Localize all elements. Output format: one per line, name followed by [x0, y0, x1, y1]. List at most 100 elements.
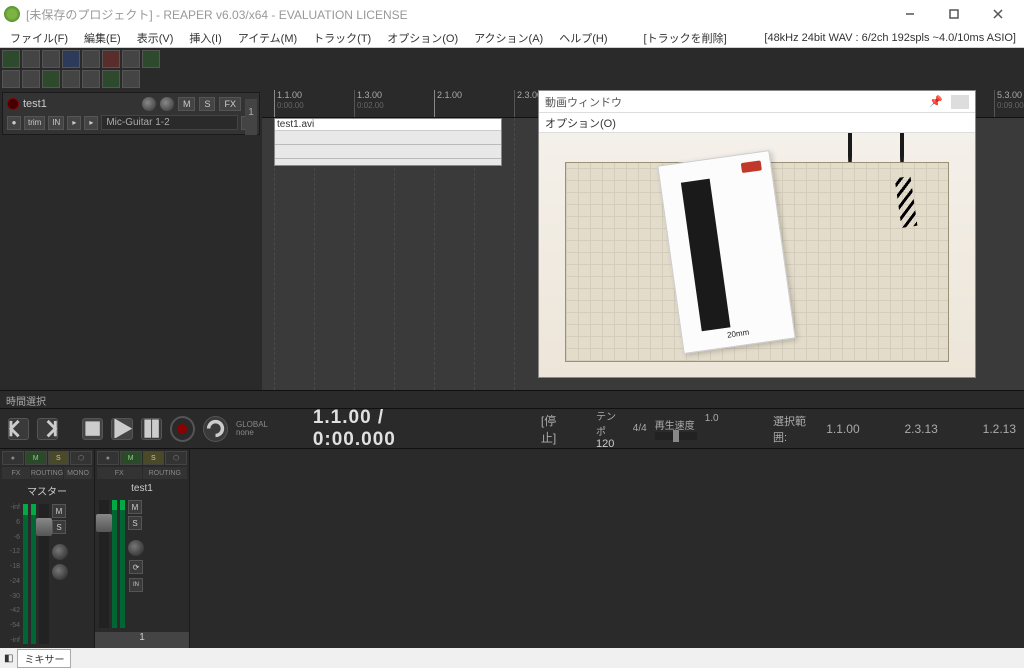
- fx-button[interactable]: FX: [219, 97, 241, 111]
- mixer-tab[interactable]: ミキサー: [17, 649, 71, 668]
- track-1[interactable]: test1 M S FX ● trim IN ▸ ▸ Mic-Guitar 1-…: [2, 92, 260, 135]
- toolbar-btn-5[interactable]: [82, 50, 100, 68]
- menu-item[interactable]: アイテム(M): [230, 28, 305, 48]
- trim-button[interactable]: trim: [24, 116, 45, 130]
- menu-edit[interactable]: 編集(E): [76, 28, 129, 48]
- goto-start-button[interactable]: [8, 418, 29, 440]
- video-options-menu[interactable]: オプション(O): [539, 113, 975, 133]
- play-button[interactable]: [111, 418, 132, 440]
- ch1-pan-knob[interactable]: [128, 540, 144, 556]
- selection-start[interactable]: 1.1.00: [826, 422, 859, 436]
- master-solo[interactable]: S: [48, 451, 70, 465]
- maximize-button[interactable]: [932, 0, 976, 28]
- menu-delete-track[interactable]: [トラックを削除]: [636, 28, 735, 48]
- toolbar-btn-10[interactable]: [22, 70, 40, 88]
- track-number[interactable]: 1: [245, 99, 257, 135]
- tempo-field[interactable]: テンポ 120: [596, 408, 625, 450]
- pin-icon[interactable]: 📌: [929, 95, 943, 108]
- ch1-fader[interactable]: [99, 500, 109, 628]
- ch1-s-btn[interactable]: S: [128, 516, 142, 530]
- master-s-btn[interactable]: S: [52, 520, 66, 534]
- transport-state: [停止]: [541, 412, 570, 446]
- record-arm-button[interactable]: [7, 98, 19, 110]
- ch1-in-button[interactable]: IN: [129, 578, 143, 592]
- ch1-phase-button[interactable]: ⟳: [129, 560, 143, 574]
- ch1-solo[interactable]: S: [143, 451, 165, 465]
- menu-help[interactable]: ヘルプ(H): [551, 28, 615, 48]
- menu-options[interactable]: オプション(O): [379, 28, 466, 48]
- master-meter-l: [23, 504, 28, 644]
- timesig-field[interactable]: 4/4: [633, 423, 647, 434]
- goto-end-button[interactable]: [37, 418, 58, 440]
- menu-track[interactable]: トラック(T): [305, 28, 379, 48]
- arrange-view[interactable]: 1.1.000:00.00 1.3.000:02.00 2.1.00 2.3.0…: [262, 90, 1024, 390]
- master-arm-icon[interactable]: ●: [2, 451, 24, 465]
- mute-button[interactable]: M: [178, 97, 196, 111]
- video-close-button[interactable]: [951, 95, 969, 109]
- volume-knob[interactable]: [142, 97, 156, 111]
- toolbar-btn-8[interactable]: [142, 50, 160, 68]
- track-name[interactable]: test1: [23, 98, 138, 110]
- rate-slider[interactable]: [655, 432, 697, 440]
- transport-time[interactable]: 1.1.00 / 0:00.000: [313, 407, 467, 451]
- toolbar-btn-12[interactable]: [62, 70, 80, 88]
- toolbar-btn-4[interactable]: [62, 50, 80, 68]
- toolbar-btn-11[interactable]: [42, 70, 60, 88]
- ch1-routing-btn[interactable]: ROUTING: [143, 467, 188, 479]
- master-env-icon[interactable]: ⬡: [70, 451, 92, 465]
- rate-value[interactable]: 1.0: [705, 413, 719, 424]
- selection-end[interactable]: 2.3.13: [904, 422, 937, 436]
- toolbar-btn-1[interactable]: [2, 50, 20, 68]
- global-auto-value[interactable]: none: [236, 429, 268, 437]
- input-selector[interactable]: Mic-Guitar 1-2: [101, 115, 238, 130]
- repeat-button[interactable]: [203, 416, 228, 442]
- master-channel[interactable]: ● M S ⬡ FX ROUTING MONO マスター -inf6-6-12-…: [0, 449, 95, 648]
- ch1-fx-btn[interactable]: FX: [97, 467, 142, 479]
- master-fx-btn[interactable]: FX: [2, 467, 30, 479]
- ch1-m-btn[interactable]: M: [128, 500, 142, 514]
- pan-knob[interactable]: [160, 97, 174, 111]
- toolbar-btn-2[interactable]: [22, 50, 40, 68]
- stop-button[interactable]: [82, 418, 103, 440]
- menu-file[interactable]: ファイル(F): [2, 28, 76, 48]
- mixer-channel-1[interactable]: ● M S ⬡ FX ROUTING test1 M S ⟳ IN 1: [95, 449, 190, 648]
- media-item-test1[interactable]: test1.avi: [274, 118, 502, 166]
- ch1-number[interactable]: 1: [95, 632, 189, 648]
- toolbar-btn-14[interactable]: [102, 70, 120, 88]
- master-routing-btn[interactable]: ROUTING: [31, 467, 63, 479]
- selection-length[interactable]: 1.2.13: [983, 422, 1016, 436]
- close-button[interactable]: [976, 0, 1020, 28]
- toolbar-btn-6[interactable]: [102, 50, 120, 68]
- master-m-btn[interactable]: M: [52, 504, 66, 518]
- master-width-knob[interactable]: [52, 564, 68, 580]
- minimize-button[interactable]: [888, 0, 932, 28]
- pause-button[interactable]: [141, 418, 162, 440]
- monitor-button[interactable]: IN: [48, 116, 64, 130]
- toolbar-btn-7[interactable]: [122, 50, 140, 68]
- toolbar-btn-9[interactable]: [2, 70, 20, 88]
- ch1-name: test1: [95, 481, 189, 496]
- ch1-mute[interactable]: M: [120, 451, 142, 465]
- input-fx-button[interactable]: ▸: [84, 116, 98, 130]
- record-mode-button[interactable]: ●: [7, 116, 21, 130]
- master-fader[interactable]: [39, 504, 49, 644]
- master-mute[interactable]: M: [25, 451, 47, 465]
- menu-view[interactable]: 表示(V): [129, 28, 182, 48]
- menu-insert[interactable]: 挿入(I): [181, 28, 229, 48]
- ch1-arm-icon[interactable]: ●: [97, 451, 119, 465]
- dock-toggle-icon[interactable]: ◧: [4, 653, 13, 664]
- brand-tag-graphic: [741, 160, 762, 173]
- toolbar-btn-13[interactable]: [82, 70, 100, 88]
- menu-action[interactable]: アクション(A): [466, 28, 551, 48]
- ch1-env-icon[interactable]: ⬡: [165, 451, 187, 465]
- solo-button[interactable]: S: [199, 97, 215, 111]
- master-pan-knob[interactable]: [52, 544, 68, 560]
- master-mono-btn[interactable]: MONO: [64, 467, 92, 479]
- toolbar-btn-3[interactable]: [42, 50, 60, 68]
- monitor-mode-button[interactable]: ▸: [67, 116, 81, 130]
- record-button[interactable]: [170, 416, 195, 442]
- video-window[interactable]: 動画ウィンドウ 📌 オプション(O) 20mm: [538, 90, 976, 378]
- toolbar-lock-icon[interactable]: [122, 70, 140, 88]
- video-window-titlebar[interactable]: 動画ウィンドウ 📌: [539, 91, 975, 113]
- audio-status[interactable]: [48kHz 24bit WAV : 6/2ch 192spls ~4.0/10…: [764, 32, 1022, 44]
